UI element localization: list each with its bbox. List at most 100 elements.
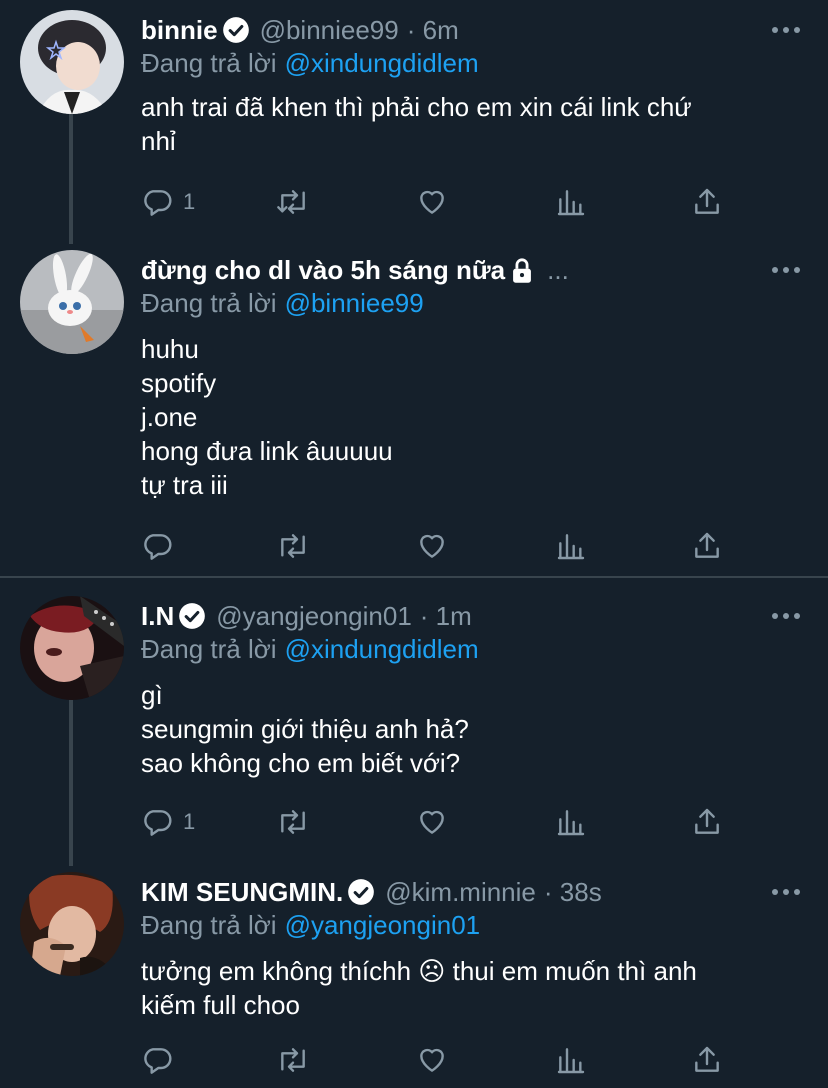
tweet-text-line: nhỉ xyxy=(141,126,176,156)
display-name[interactable]: KIM SEUNGMIN. xyxy=(141,877,343,908)
replying-to: Đang trả lời @yangjeongin01 xyxy=(141,910,480,941)
replying-label: Đang trả lời xyxy=(141,48,277,78)
tweet-3[interactable]: I.N @yangjeongin01 · 1m Đang trả lời @xin… xyxy=(0,596,828,846)
verified-badge-icon xyxy=(178,602,206,630)
analytics-icon xyxy=(557,190,585,216)
reply-button[interactable] xyxy=(141,526,183,566)
analytics-button[interactable] xyxy=(555,802,587,842)
reply-icon xyxy=(144,1048,172,1074)
tweet-text-line: huhu xyxy=(141,334,199,364)
tweet-text-line: kiếm full choo xyxy=(141,990,300,1020)
tweet-actions: 1 xyxy=(141,182,741,222)
replying-mention[interactable]: @yangjeongin01 xyxy=(285,910,481,940)
tweet-header: đừng cho dl vào 5h sáng nữa ... xyxy=(141,250,569,290)
tweet-text-line: gì xyxy=(141,680,163,710)
tweet-text: anh trai đã khen thì phải cho em xin cái… xyxy=(141,90,801,158)
display-name[interactable]: I.N xyxy=(141,601,174,632)
analytics-icon xyxy=(557,1048,585,1074)
more-options-icon[interactable] xyxy=(772,258,800,282)
analytics-button[interactable] xyxy=(555,182,587,222)
more-options-icon[interactable] xyxy=(772,880,800,904)
retweet-icon xyxy=(277,190,305,214)
tweet-header: binnie @binniee99 · 6m xyxy=(141,10,459,50)
tweet-text: huhu spotify j.one hong đưa link âuuuuu … xyxy=(141,332,801,502)
tweet-time[interactable]: · 1m xyxy=(420,601,472,632)
thread-connector xyxy=(69,700,73,866)
tweet-time[interactable]: · 6m xyxy=(407,15,459,46)
tweet-text: tưởng em không thíchh ☹ thui em muốn thì… xyxy=(141,954,801,1022)
tweet-1[interactable]: binnie @binniee99 · 6m Đang trả lời @xind… xyxy=(0,10,828,230)
retweet-icon xyxy=(281,1048,305,1072)
like-button[interactable] xyxy=(415,182,449,222)
retweet-button[interactable] xyxy=(275,1040,311,1080)
replying-mention[interactable]: @xindungdidlem xyxy=(285,634,479,664)
conversation-divider xyxy=(0,576,828,578)
more-options-icon[interactable] xyxy=(772,18,800,42)
tweet-text-line: anh trai đã khen thì phải cho em xin cái… xyxy=(141,92,692,122)
display-name[interactable]: binnie xyxy=(141,15,218,46)
retweet-icon xyxy=(281,810,305,834)
tweet-time[interactable]: · 38s xyxy=(544,877,602,908)
replying-to: Đang trả lời @xindungdidlem xyxy=(141,48,479,79)
replying-label: Đang trả lời xyxy=(141,288,277,318)
share-button[interactable] xyxy=(691,182,723,222)
verified-badge-icon xyxy=(222,16,250,44)
tweet-text-line: hong đưa link âuuuuu xyxy=(141,436,393,466)
retweet-button[interactable] xyxy=(275,182,311,222)
tweet-text-line: tưởng em không thíchh ☹ thui em muốn thì… xyxy=(141,956,697,986)
more-options-icon[interactable] xyxy=(772,604,800,628)
share-button[interactable] xyxy=(691,802,723,842)
reply-icon xyxy=(144,810,172,836)
heart-icon xyxy=(420,534,444,558)
retweet-button[interactable] xyxy=(275,526,311,566)
like-button[interactable] xyxy=(415,526,449,566)
verified-badge-icon xyxy=(347,878,375,906)
replying-to: Đang trả lời @xindungdidlem xyxy=(141,634,479,665)
share-icon xyxy=(695,532,719,558)
tweet-text-line: seungmin giới thiệu anh hả? xyxy=(141,714,469,744)
reply-button[interactable] xyxy=(141,1040,183,1080)
lock-icon xyxy=(509,256,535,284)
analytics-icon xyxy=(557,534,585,560)
replying-mention[interactable]: @xindungdidlem xyxy=(285,48,479,78)
like-button[interactable] xyxy=(415,802,449,842)
reply-count: 1 xyxy=(183,809,196,834)
share-icon xyxy=(695,188,719,214)
tweet-text-line: spotify xyxy=(141,368,217,398)
reply-count: 1 xyxy=(183,189,196,214)
share-icon xyxy=(695,1046,719,1072)
tweet-text: gì seungmin giới thiệu anh hả? sao không… xyxy=(141,678,801,780)
thread-connector xyxy=(69,114,73,244)
share-button[interactable] xyxy=(691,526,723,566)
tweet-actions xyxy=(141,526,741,566)
tweet-2[interactable]: đừng cho dl vào 5h sáng nữa ... Đang trả… xyxy=(0,250,828,570)
avatar-in[interactable] xyxy=(20,596,124,700)
user-handle[interactable]: @binniee99 xyxy=(260,15,399,46)
reply-button[interactable]: 1 xyxy=(141,182,195,222)
replying-mention[interactable]: @binniee99 xyxy=(285,288,424,318)
retweet-icon xyxy=(281,534,305,558)
tweet-header: I.N @yangjeongin01 · 1m xyxy=(141,596,472,636)
share-button[interactable] xyxy=(691,1040,723,1080)
like-button[interactable] xyxy=(415,1040,449,1080)
heart-icon xyxy=(420,810,444,834)
user-handle[interactable]: @kim.minnie xyxy=(385,877,536,908)
analytics-button[interactable] xyxy=(555,526,587,566)
avatar-binnie[interactable] xyxy=(20,10,124,114)
user-handle[interactable]: @yangjeongin01 xyxy=(216,601,412,632)
reply-icon xyxy=(144,190,172,216)
analytics-button[interactable] xyxy=(555,1040,587,1080)
display-name[interactable]: đừng cho dl vào 5h sáng nữa xyxy=(141,255,505,286)
avatar-seungmin[interactable] xyxy=(20,872,124,976)
tweet-4[interactable]: KIM SEUNGMIN. @kim.minnie · 38s Đang trả… xyxy=(0,872,828,1082)
retweet-button[interactable] xyxy=(275,802,311,842)
tweet-text-line: sao không cho em biết với? xyxy=(141,748,461,778)
reply-button[interactable]: 1 xyxy=(141,802,195,842)
avatar-snowball[interactable] xyxy=(20,250,124,354)
tweet-text-line: j.one xyxy=(141,402,198,432)
tweet-actions: 1 xyxy=(141,802,741,842)
name-truncation: ... xyxy=(547,254,569,285)
replying-label: Đang trả lời xyxy=(141,634,277,664)
heart-icon xyxy=(420,1048,444,1072)
tweet-header: KIM SEUNGMIN. @kim.minnie · 38s xyxy=(141,872,602,912)
